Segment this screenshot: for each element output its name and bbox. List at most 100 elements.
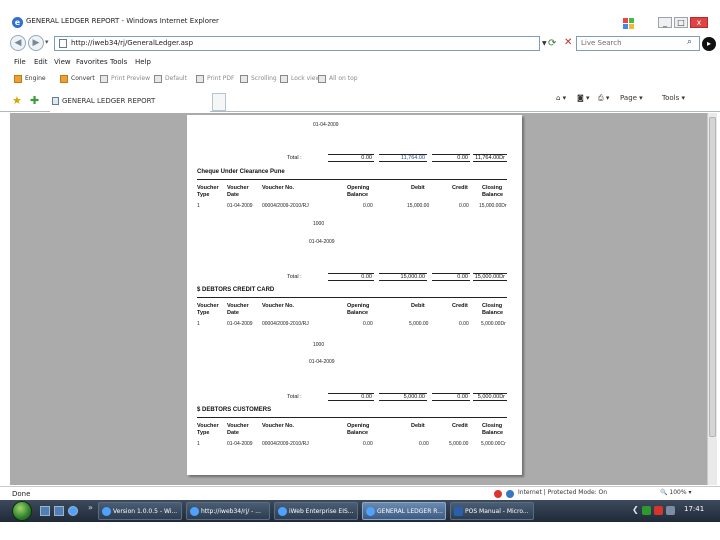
taskbar-item-label: iWeb Enterprise EIS... xyxy=(289,508,354,515)
scroll-thumb[interactable] xyxy=(709,117,716,437)
clock[interactable]: 17:41 xyxy=(684,505,704,513)
show-desktop-icon[interactable] xyxy=(40,506,50,516)
sec3-row-credit: 0.00 xyxy=(459,321,469,327)
start-button[interactable] xyxy=(12,501,32,521)
page-menu-button[interactable]: Page ▾ xyxy=(620,94,643,102)
recent-pages-dropdown[interactable]: ▾ xyxy=(45,38,49,46)
add-favorites-icon[interactable]: ✚ xyxy=(30,94,39,107)
sec2-total-debit: 15,000.00 xyxy=(379,273,427,281)
network-icon[interactable] xyxy=(666,506,675,515)
screen: e GENERAL LEDGER REPORT - Windows Intern… xyxy=(0,0,720,540)
sec3-total-closing: 5,000.00Dr xyxy=(473,393,507,401)
menu-view[interactable]: View xyxy=(54,58,71,66)
refresh-icon[interactable]: ⟳ xyxy=(548,38,556,49)
security-zone-text[interactable]: Internet | Protected Mode: On xyxy=(518,489,607,496)
zoom-level[interactable]: 🔍 100% ▾ xyxy=(660,489,691,496)
taskbar-item-iweb34[interactable]: http://iweb34/rj/ - ... xyxy=(186,502,270,520)
ie-icon xyxy=(278,507,287,516)
forward-button[interactable]: ▶ xyxy=(28,35,44,51)
tab-page-icon xyxy=(52,97,59,105)
sec3-head-date: Date xyxy=(227,310,239,316)
menu-bar: File Edit View Favorites Tools Help xyxy=(0,56,720,70)
print-pdf-link[interactable]: Print PDF xyxy=(207,75,234,82)
minimize-button[interactable]: _ xyxy=(658,17,672,28)
all-on-top-link[interactable]: All on top xyxy=(329,75,358,82)
stop-icon[interactable]: ✕ xyxy=(564,37,572,48)
sec4-row-debit: 0.00 xyxy=(419,441,429,447)
menu-favorites[interactable]: Favorites xyxy=(76,58,108,66)
sec2-row-voucher-no: 00004/2009-2010/RJ xyxy=(262,203,309,209)
feeds-icon[interactable]: ◙ ▾ xyxy=(577,94,590,102)
sec1-total-closing: 11,764.00Dr xyxy=(473,154,507,162)
maximize-button[interactable]: □ xyxy=(674,17,688,28)
favorites-star-icon[interactable]: ★ xyxy=(12,94,22,107)
lock-view-link[interactable]: Lock view xyxy=(291,75,320,82)
url-text[interactable]: http://iweb34/rj/GeneralLedger.asp xyxy=(71,39,193,47)
sec2-title: Cheque Under Clearance Pune xyxy=(197,169,285,175)
tools-menu-button[interactable]: Tools ▾ xyxy=(662,94,685,102)
sec2-head-date: Date xyxy=(227,192,239,198)
sec3-total-label: Total : xyxy=(287,394,302,400)
menu-tools[interactable]: Tools xyxy=(110,58,127,66)
back-button[interactable]: ◀ xyxy=(10,35,26,51)
convert-icon xyxy=(60,75,68,83)
sec3-head-voucher-type: Voucher xyxy=(197,303,219,309)
sec4-head-voucher-type: Voucher xyxy=(197,423,219,429)
sec3-head-voucher-no: Voucher No. xyxy=(262,303,294,309)
taskbar-item-pos-manual[interactable]: POS Manual - Micro... xyxy=(450,502,534,520)
sec4-row-credit: 5,000.00 xyxy=(449,441,469,447)
sec2-row-closing: 15,000.00Dr xyxy=(479,203,507,209)
ie-quicklaunch-icon[interactable] xyxy=(68,506,78,516)
title-bar: e GENERAL LEDGER REPORT - Windows Intern… xyxy=(0,14,720,32)
search-options-icon[interactable]: ▸ xyxy=(702,37,716,51)
taskbar-item-label: GENERAL LEDGER R... xyxy=(377,508,443,515)
print-preview-icon xyxy=(100,75,108,83)
print-icon[interactable]: ⎙ ▾ xyxy=(598,94,609,103)
sec1-total-debit: 11,764.00 xyxy=(379,154,427,162)
menu-help[interactable]: Help xyxy=(135,58,151,66)
new-tab-button[interactable] xyxy=(212,93,226,111)
engine-icon xyxy=(14,75,22,83)
menu-edit[interactable]: Edit xyxy=(34,58,48,66)
sec3-total-opening: 0.00 xyxy=(328,393,374,401)
sec4-head-voucher-date: Voucher xyxy=(227,423,249,429)
engine-link[interactable]: Engine xyxy=(25,75,46,82)
tab-general-ledger[interactable]: GENERAL LEDGER REPORT xyxy=(50,92,210,112)
url-input[interactable]: http://iweb34/rj/GeneralLedger.asp xyxy=(54,36,540,51)
sec3-row-date: 01-04-2009 xyxy=(227,321,253,327)
tray-app-icon[interactable] xyxy=(642,506,651,515)
tray-expand-icon[interactable]: ❮ xyxy=(632,505,639,514)
report-top-date: 01-04-2009 xyxy=(313,122,339,128)
sec3-head-opening: Opening xyxy=(347,303,370,309)
sec2-head-voucher-no: Voucher No. xyxy=(262,185,294,191)
convert-link[interactable]: Convert xyxy=(71,75,95,82)
sec2-head-closing: Closing xyxy=(482,185,503,191)
status-bar: Done Internet | Protected Mode: On 🔍 100… xyxy=(0,486,720,500)
sec2-row-credit: 0.00 xyxy=(459,203,469,209)
menu-file[interactable]: File xyxy=(14,58,26,66)
taskbar-item-iweb-enterprise[interactable]: iWeb Enterprise EIS... xyxy=(274,502,358,520)
search-input[interactable]: Live Search ⌕ xyxy=(576,36,700,51)
tray-app-icon[interactable] xyxy=(654,506,663,515)
close-button[interactable]: x xyxy=(690,17,708,28)
url-dropdown[interactable]: ▼ xyxy=(542,40,547,47)
sec2-head-debit: Debit xyxy=(411,185,425,191)
default-link[interactable]: Default xyxy=(165,75,187,82)
sec4-head-closing: Closing xyxy=(482,423,503,429)
sec2-head-opening-balance: Balance xyxy=(347,192,369,198)
scrolling-link[interactable]: Scrolling xyxy=(251,75,277,82)
home-icon[interactable]: ⌂ ▾ xyxy=(556,94,566,102)
ie-icon xyxy=(366,507,375,516)
quicklaunch-overflow-icon[interactable]: » xyxy=(88,503,93,512)
vertical-scrollbar[interactable] xyxy=(707,113,717,485)
taskbar-item-general-ledger[interactable]: GENERAL LEDGER R... xyxy=(362,502,446,520)
page-icon xyxy=(59,39,67,48)
print-preview-link[interactable]: Print Preview xyxy=(111,75,150,82)
switch-windows-icon[interactable] xyxy=(54,506,64,516)
search-icon[interactable]: ⌕ xyxy=(687,37,692,47)
sec4-head-closing-balance: Balance xyxy=(482,430,504,436)
sec3-row-voucher-no: 00004/2009-2010/RJ xyxy=(262,321,309,327)
sec4-row-closing: 5,000.00Cr xyxy=(481,441,506,447)
taskbar-item-version[interactable]: Version 1.0.0.5 - Wi... xyxy=(98,502,182,520)
sec3-title: $ DEBTORS CREDIT CARD xyxy=(197,287,275,293)
